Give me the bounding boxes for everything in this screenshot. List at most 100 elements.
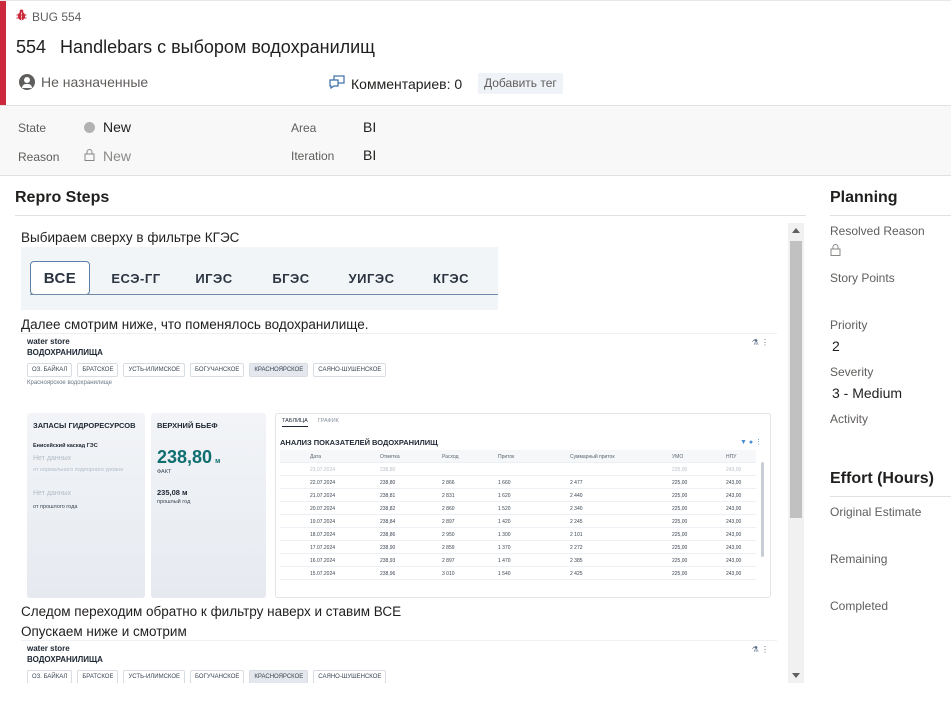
table-cell: НПУ — [726, 454, 737, 460]
table-cell: Дата — [310, 454, 322, 460]
chip-ust-ilimskoe: УСТЬ-ИЛИМСКОЕ — [123, 363, 186, 377]
planning-title: Planning — [830, 189, 898, 206]
section-divider — [15, 215, 806, 216]
table-cell: 243,00 — [726, 480, 742, 486]
table-row: 20.07.2024 238,82 2 860 1 520 2 340 225,00 243… — [280, 502, 756, 515]
table-cell: 238,80 — [380, 467, 396, 473]
lock-icon — [84, 148, 95, 164]
repro-text-4: Опускаем ниже и смотрим — [21, 624, 187, 639]
table-cell: 2 831 — [442, 493, 455, 499]
table-cell: 17.07.2024 — [310, 545, 336, 551]
table-cell: 18.07.2024 — [310, 532, 336, 538]
severity-value[interactable]: 3 - Medium — [832, 385, 902, 401]
table-cell: 225,00 — [672, 506, 688, 512]
table-cell: 238,84 — [380, 519, 396, 525]
hydro-reserves-card: ЗАПАСЫ ГИДРОРЕСУРСОВ Енисейский каскад Г… — [27, 413, 145, 598]
table-row: 15.07.2024 238,96 3 010 1 540 2 425 225,00 243… — [280, 567, 756, 580]
table-cell: 3 010 — [442, 571, 455, 577]
dashboard-app-title: water store — [27, 644, 70, 653]
unassigned-avatar-icon — [19, 74, 35, 90]
table-cell: 243,00 — [726, 493, 742, 499]
table-cell: 225,00 — [672, 558, 688, 564]
card-title: ЗАПАСЫ ГИДРОРЕСУРСОВ — [33, 421, 136, 430]
table-cell: 225,00 — [672, 571, 688, 577]
remaining-label: Remaining — [830, 552, 888, 566]
table-row: 19.07.2024 238,84 2 897 1 420 2 245 225,00 243… — [280, 515, 756, 528]
add-tag-button[interactable]: Добавить тег — [478, 73, 563, 94]
bug-icon — [16, 9, 27, 24]
tab-table: ТАБЛИЦА — [282, 418, 308, 427]
table-cell: 2 859 — [442, 545, 455, 551]
table-cell: 2 440 — [570, 493, 583, 499]
table-cell: Суммарный приток — [570, 454, 615, 460]
area-label: Area — [291, 121, 317, 135]
tab-iges: ИГЭС — [195, 270, 233, 286]
core-fields: State New Reason New Area BI Iteration B… — [0, 105, 951, 176]
priority-value[interactable]: 2 — [832, 338, 840, 354]
table-cell: 22.07.2024 — [310, 480, 336, 486]
reservoir-chips: ОЗ. БАЙКАЛ БРАТСКОЕ УСТЬ-ИЛИМСКОЕ БОГУЧА… — [27, 363, 387, 377]
table-cell: 2 860 — [442, 506, 455, 512]
repro-text-2: Далее смотрим ниже, что поменялось водох… — [21, 317, 369, 332]
dashboard-menu-icon: ⚗ ⋮ — [751, 338, 769, 347]
severity-label: Severity — [830, 365, 874, 379]
resolved-reason-label: Resolved Reason — [830, 224, 925, 238]
iteration-value[interactable]: BI — [363, 147, 376, 163]
lock-icon — [830, 243, 841, 261]
table-row: 18.07.2024 238,86 2 950 1 300 2 101 225,00 243… — [280, 528, 756, 541]
table-cell: 243,00 — [726, 467, 742, 473]
table-cell: 19.07.2024 — [310, 519, 336, 525]
state-value: New — [103, 119, 132, 135]
repro-steps-editor[interactable]: Выбираем сверху в фильтре КГЭС ВСЕ ЕСЭ-Г… — [15, 223, 803, 683]
chip-boguchanskoe: БОГУЧАНСКОЕ — [190, 670, 245, 683]
table-cell: 238,90 — [380, 545, 396, 551]
comments-count: Комментариев: 0 — [351, 75, 463, 92]
assigned-to-picker[interactable]: Не назначенные — [19, 74, 148, 90]
repro-text-3: Следом переходим обратно к фильтру навер… — [21, 604, 402, 619]
chip-sayano-shushenskoe: САЯНО-ШУШЕНСКОЕ — [313, 670, 387, 683]
work-item-type: BUG 554 — [16, 9, 81, 24]
section-divider — [830, 215, 951, 216]
table-tabs: ТАБЛИЦА ГРАФИК — [282, 418, 339, 427]
table-cell: 23.07.2024 — [310, 467, 336, 473]
table-cell: 243,00 — [726, 532, 742, 538]
chip-krasnoyarskoe: КРАСНОЯРСКОЕ — [249, 363, 309, 377]
chip-boguchanskoe: БОГУЧАНСКОЕ — [190, 363, 245, 377]
table-cell: Приток — [498, 454, 515, 460]
table-row: 17.07.2024 238,90 2 859 1 370 2 272 225,00 243… — [280, 541, 756, 554]
table-cell: 1 300 — [498, 532, 511, 538]
table-cell: 2 272 — [570, 545, 583, 551]
work-item-title-text[interactable]: Handlebars с выбором водохранилищ — [60, 37, 375, 58]
chip-bratskoe: БРАТСКОЕ — [77, 363, 119, 377]
comment-icon — [329, 75, 345, 92]
table-cell: 243,00 — [726, 558, 742, 564]
table-cell: 225,00 — [672, 480, 688, 486]
comments-link[interactable]: Комментариев: 0 — [329, 75, 462, 92]
table-cell: 15.07.2024 — [310, 571, 336, 577]
editor-scrollbar[interactable] — [788, 223, 804, 683]
dashboard-menu-icon: ⚗ ⋮ — [751, 645, 769, 654]
scroll-up-icon[interactable] — [792, 228, 800, 233]
state-field[interactable]: New — [84, 119, 131, 135]
table-cell: 238,93 — [380, 558, 396, 564]
work-item-title[interactable]: 554 Handlebars с выбором водохранилищ — [16, 37, 375, 58]
reason-label: Reason — [18, 150, 60, 164]
table-cell: 2 385 — [570, 558, 583, 564]
chip-krasnoyarskoe: КРАСНОЯРСКОЕ — [249, 670, 309, 683]
scroll-down-icon[interactable] — [792, 673, 800, 678]
table-cell: 225,00 — [672, 545, 688, 551]
table-cell: 238,96 — [380, 571, 396, 577]
reservoir-chips: ОЗ. БАЙКАЛ БРАТСКОЕ УСТЬ-ИЛИМСКОЕ БОГУЧА… — [27, 670, 387, 683]
table-cell: 225,00 — [672, 467, 688, 473]
scrollbar-thumb[interactable] — [790, 241, 802, 518]
table-title: АНАЛИЗ ПОКАЗАТЕЛЕЙ ВОДОХРАНИЛИЩ — [280, 438, 438, 447]
table-cell: 1 470 — [498, 558, 511, 564]
tab-chart: ГРАФИК — [317, 418, 339, 424]
tabs-underline — [30, 294, 498, 295]
table-scrollbar — [761, 462, 764, 557]
area-value[interactable]: BI — [363, 119, 376, 135]
tab-all: ВСЕ — [30, 261, 90, 295]
work-item-header: BUG 554 554 Handlebars с выбором водохра… — [0, 0, 951, 106]
table-cell: 2 477 — [570, 480, 583, 486]
tab-bges: БГЭС — [272, 270, 310, 286]
